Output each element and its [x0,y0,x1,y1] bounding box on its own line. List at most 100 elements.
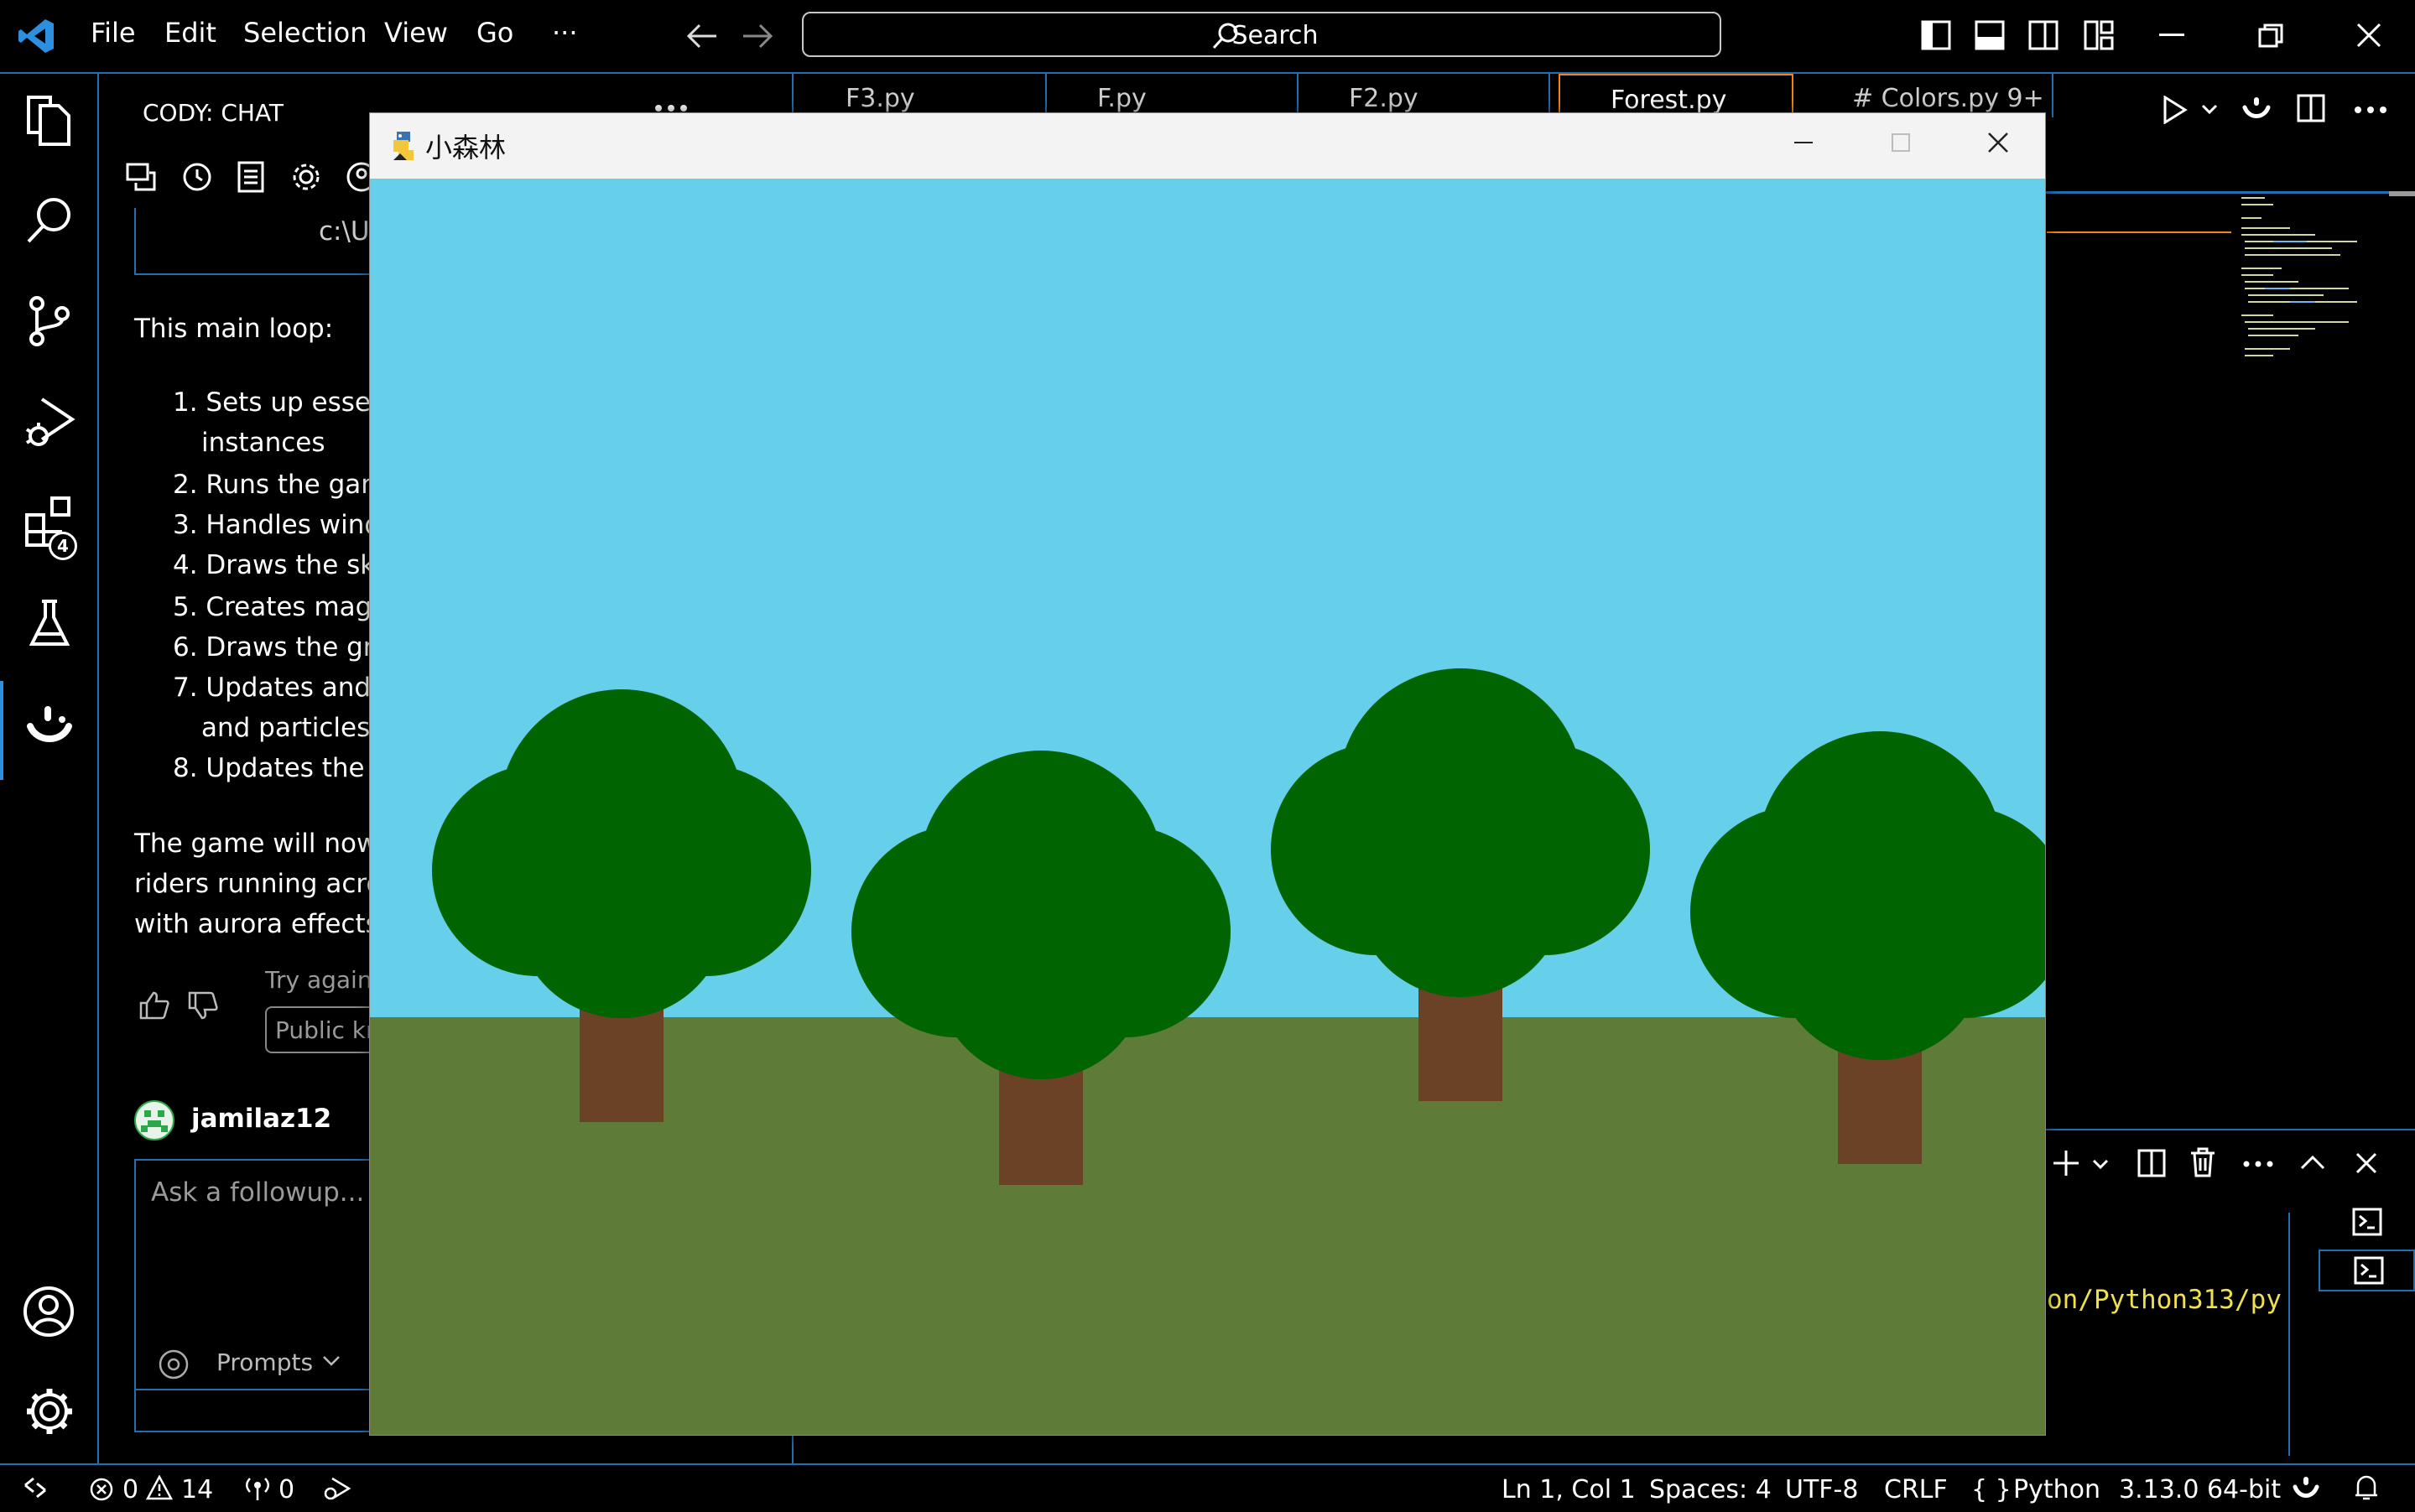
scrollbar-thumb[interactable] [2389,191,2415,196]
cody-status-icon[interactable] [2292,1475,2320,1500]
outro-line: with aurora effects a [134,909,403,939]
more-actions-icon[interactable] [654,104,688,112]
chat-icon[interactable] [126,163,158,193]
cursor-position[interactable]: Ln 1, Col 1 [1502,1475,1636,1504]
error-icon[interactable] [89,1477,114,1502]
tab-label: # Colors.py 9+ [1852,84,2044,113]
testing-flask-icon[interactable] [29,599,70,647]
tree-foliage [516,807,727,1018]
tab-f2[interactable]: F2.py [1299,74,1550,117]
game-canvas[interactable] [370,179,2046,1436]
python-interpreter[interactable]: 3.13.0 64-bit [2119,1475,2281,1504]
run-python-icon[interactable] [2163,96,2188,124]
settings-gear-icon[interactable] [23,1385,75,1437]
minimize-icon[interactable] [2159,34,2184,37]
terminal-instance-icon[interactable] [2352,1208,2382,1236]
remote-icon[interactable] [22,1475,49,1500]
game-minimize-icon[interactable] [1794,142,1813,144]
list-item: 2. Runs the gam [173,470,387,500]
search-sidebar-icon[interactable] [25,196,74,245]
list-item: 3. Handles windo [173,510,398,540]
run-menu-chevron-icon[interactable] [2201,104,2218,116]
tab-label: Forest.py [1611,86,1727,115]
tree-foliage [1355,786,1566,997]
forward-arrow-icon[interactable] [742,22,773,50]
menu-more[interactable]: ··· [552,17,578,49]
tab-f[interactable]: F.py [1047,74,1299,117]
active-indicator [0,681,3,780]
mention-at-icon[interactable] [158,1348,190,1380]
explorer-icon[interactable] [25,96,72,148]
tab-label: F.py [1097,84,1147,113]
game-maximize-icon[interactable] [1892,133,1910,152]
prompt-library-icon[interactable] [237,161,265,193]
customize-layout-icon[interactable] [2084,20,2114,50]
back-arrow-icon[interactable] [686,22,718,50]
tab-f3[interactable]: F3.py [795,74,1047,117]
encoding[interactable]: UTF-8 [1785,1475,1858,1504]
chat-settings-gear-icon[interactable] [290,161,322,193]
terminal-output: on/Python313/py [2047,1285,2282,1315]
cody-icon[interactable] [25,701,74,750]
avatar [134,1100,174,1140]
thumbs-down-icon[interactable] [188,991,218,1020]
menu-view[interactable]: View [384,17,448,49]
chat-panel-title: CODY: CHAT [143,99,284,127]
menu-edit[interactable]: Edit [164,17,216,49]
close-panel-icon[interactable] [2355,1152,2377,1174]
split-editor-icon[interactable] [2297,94,2325,122]
history-icon[interactable] [181,161,213,193]
indentation[interactable]: Spaces: 4 [1649,1475,1772,1504]
language-mode[interactable]: Python [2013,1475,2100,1504]
menu-selection[interactable]: Selection [243,17,367,49]
debug-launch-icon[interactable] [322,1475,352,1502]
toggle-primary-sidebar-icon[interactable] [1921,20,1951,50]
terminal-instance-selected[interactable] [2319,1250,2415,1291]
toggle-panel-icon[interactable] [1975,20,2005,50]
maximize-panel-chevron-up-icon[interactable] [2300,1154,2325,1171]
run-debug-icon[interactable] [25,396,75,448]
cody-edit-icon[interactable] [2241,96,2272,121]
error-count[interactable]: 0 [122,1475,138,1504]
source-control-icon[interactable] [27,295,72,347]
command-center-search[interactable]: Search [802,12,1721,57]
terminal-list-divider [2288,1213,2290,1456]
restore-icon[interactable] [2258,23,2283,49]
new-terminal-plus-icon[interactable] [2052,1149,2080,1177]
accounts-icon[interactable] [22,1285,75,1338]
minimap[interactable] [2240,190,2374,366]
list-item: and particles [201,713,371,743]
toggle-secondary-sidebar-icon[interactable] [2028,20,2058,50]
username: jamilaz12 [191,1104,332,1134]
ports-count[interactable]: 0 [278,1475,294,1504]
game-close-icon[interactable] [1987,132,2009,153]
tab-forest[interactable]: Forest.py [1559,74,1793,117]
menu-go[interactable]: Go [476,17,513,49]
ports-broadcast-icon[interactable] [243,1475,272,1502]
thumbs-up-icon[interactable] [139,991,169,1020]
editor-more-icon[interactable] [2354,106,2387,114]
terminal-profile-chevron-icon[interactable] [2092,1159,2109,1171]
prompts-dropdown[interactable]: Prompts [216,1348,313,1376]
panel-more-icon[interactable] [2243,1161,2273,1167]
split-terminal-icon[interactable] [2137,1149,2166,1177]
close-icon[interactable] [2355,22,2382,49]
notifications-bell-icon[interactable] [2354,1473,2379,1502]
line-endings[interactable]: CRLF [1884,1475,1948,1504]
warning-count[interactable]: 14 [181,1475,213,1504]
try-again-link[interactable]: Try again [265,966,372,994]
tree-foliage [1774,849,1986,1060]
chevron-down-icon[interactable] [322,1355,341,1367]
activity-bar: 4 [0,74,99,1463]
language-braces-icon[interactable]: { } [1971,1475,2012,1504]
game-window-title: 小森林 [425,132,507,164]
warning-icon[interactable] [146,1475,173,1500]
menu-file[interactable]: File [91,17,136,49]
list-item: 5. Creates magic [173,592,393,622]
trash-icon[interactable] [2189,1147,2216,1177]
tab-colors[interactable]: # Colors.py 9+ [1802,74,2053,117]
outro-line: The game will now s [134,829,400,859]
pygame-window[interactable]: 小森林 [369,112,2046,1436]
list-item: 4. Draws the sky [173,550,390,580]
list-item: 7. Updates and c [173,673,393,703]
